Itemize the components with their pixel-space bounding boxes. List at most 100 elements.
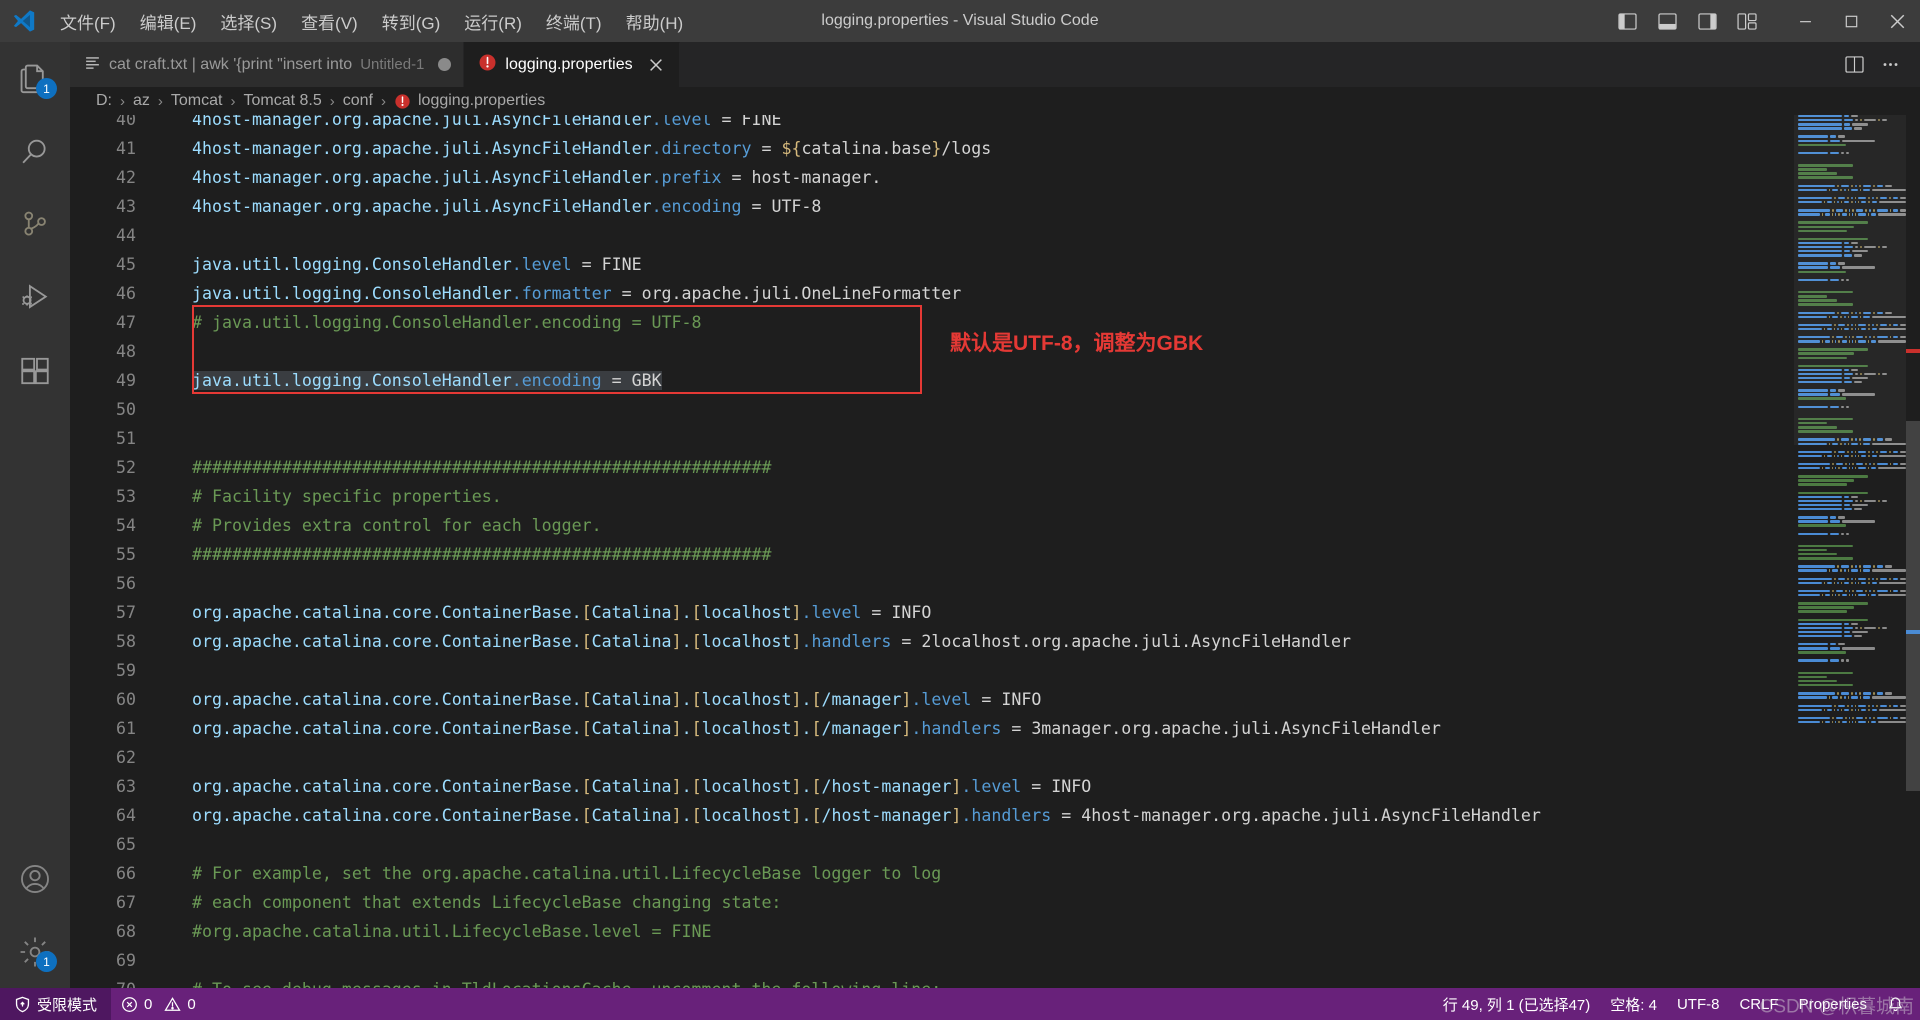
code-line-text[interactable]: # each component that extends LifecycleB… (166, 888, 1920, 917)
breadcrumb-item-2[interactable]: Tomcat (169, 92, 225, 110)
code-line-text[interactable]: # Provides extra control for each logger… (166, 511, 1920, 540)
breadcrumb-item-5[interactable]: logging.properties (392, 92, 547, 110)
code-line[interactable]: 58 org.apache.catalina.core.ContainerBase… (70, 627, 1920, 656)
menu-view[interactable]: 查看(V) (289, 0, 370, 42)
code-line[interactable]: 55 ######################################… (70, 540, 1920, 569)
code-line[interactable]: 56 (70, 569, 1920, 598)
code-line[interactable]: 68 #org.apache.catalina.util.LifecycleBas… (70, 917, 1920, 946)
activitybar-item-explorer[interactable]: 1 (0, 42, 70, 115)
code-line[interactable]: 69 (70, 946, 1920, 975)
code-line[interactable]: 44 (70, 221, 1920, 250)
status-indentation[interactable]: 空格: 4 (1600, 988, 1667, 1020)
code-line[interactable]: 60 org.apache.catalina.core.ContainerBase… (70, 685, 1920, 714)
tab-dirty-indicator[interactable] (438, 58, 452, 71)
code-lines[interactable]: 40 4host-manager.org.apache.juli.AsyncFil… (70, 115, 1920, 988)
code-line[interactable]: 63 org.apache.catalina.core.ContainerBase… (70, 772, 1920, 801)
code-line-text[interactable] (166, 656, 1920, 685)
code-line-text[interactable]: java.util.logging.ConsoleHandler.encodin… (166, 366, 1920, 395)
code-line-text[interactable]: # Facility specific properties. (166, 482, 1920, 511)
code-line-text[interactable]: org.apache.catalina.core.ContainerBase.[… (166, 685, 1920, 714)
status-language-mode[interactable]: Properties (1789, 988, 1877, 1020)
code-line[interactable]: 43 4host-manager.org.apache.juli.AsyncFil… (70, 192, 1920, 221)
code-line-text[interactable]: ########################################… (166, 453, 1920, 482)
tab-logging-properties[interactable]: logging.properties (464, 42, 680, 87)
breadcrumb-item-0[interactable]: D: (94, 92, 114, 110)
toggle-secondary-sidebar-icon[interactable] (1688, 2, 1726, 40)
code-line-text[interactable] (166, 743, 1920, 772)
code-line-text[interactable]: 4host-manager.org.apache.juli.AsyncFileH… (166, 134, 1920, 163)
code-line[interactable]: 64 org.apache.catalina.core.ContainerBase… (70, 801, 1920, 830)
code-line[interactable]: 41 4host-manager.org.apache.juli.AsyncFil… (70, 134, 1920, 163)
code-line-text[interactable]: 4host-manager.org.apache.juli.AsyncFileH… (166, 115, 1920, 134)
maximize-button[interactable] (1828, 0, 1874, 42)
breadcrumb-item-3[interactable]: Tomcat 8.5 (241, 92, 323, 110)
code-line-text[interactable]: java.util.logging.ConsoleHandler.level =… (166, 250, 1920, 279)
breadcrumb-item-1[interactable]: az (131, 92, 152, 110)
code-line[interactable]: 66 # For example, set the org.apache.cata… (70, 859, 1920, 888)
code-line[interactable]: 50 (70, 395, 1920, 424)
code-line[interactable]: 62 (70, 743, 1920, 772)
menu-edit[interactable]: 编辑(E) (128, 0, 209, 42)
code-editor[interactable]: 40 4host-manager.org.apache.juli.AsyncFil… (70, 115, 1920, 988)
code-line[interactable]: 51 (70, 424, 1920, 453)
tab-close-icon[interactable] (645, 54, 667, 76)
tab-untitled-1[interactable]: cat craft.txt | awk '{print "insert into… (70, 42, 465, 87)
code-line[interactable]: 40 4host-manager.org.apache.juli.AsyncFil… (70, 115, 1920, 134)
activitybar-item-search[interactable] (0, 115, 70, 188)
code-line-text[interactable]: org.apache.catalina.core.ContainerBase.[… (166, 801, 1920, 830)
activitybar-item-run-and-debug[interactable] (0, 261, 70, 334)
split-editor-right-icon[interactable] (1838, 49, 1870, 81)
code-line-text[interactable] (166, 395, 1920, 424)
code-line[interactable]: 61 org.apache.catalina.core.ContainerBase… (70, 714, 1920, 743)
status-notifications-bell-icon[interactable] (1877, 988, 1914, 1020)
toggle-primary-sidebar-icon[interactable] (1608, 2, 1646, 40)
code-line-text[interactable]: org.apache.catalina.core.ContainerBase.[… (166, 627, 1920, 656)
code-line-text[interactable]: org.apache.catalina.core.ContainerBase.[… (166, 772, 1920, 801)
more-actions-icon[interactable] (1874, 49, 1906, 81)
code-line-text[interactable] (166, 946, 1920, 975)
code-line-text[interactable]: #org.apache.catalina.util.LifecycleBase.… (166, 917, 1920, 946)
code-line-text[interactable] (166, 830, 1920, 859)
code-line[interactable]: 46 java.util.logging.ConsoleHandler.forma… (70, 279, 1920, 308)
code-line[interactable]: 65 (70, 830, 1920, 859)
menu-run[interactable]: 运行(R) (452, 0, 534, 42)
status-restricted-mode[interactable]: 受限模式 (0, 988, 112, 1020)
code-line[interactable]: 59 (70, 656, 1920, 685)
activitybar-item-manage[interactable]: 1 (0, 915, 70, 988)
code-line-text[interactable]: org.apache.catalina.core.ContainerBase.[… (166, 714, 1920, 743)
customize-layout-icon[interactable] (1728, 2, 1766, 40)
activitybar-item-accounts[interactable] (0, 842, 70, 915)
code-line[interactable]: 67 # each component that extends Lifecycl… (70, 888, 1920, 917)
code-line[interactable]: 52 ######################################… (70, 453, 1920, 482)
status-encoding[interactable]: UTF-8 (1667, 988, 1730, 1020)
activitybar-item-source-control[interactable] (0, 188, 70, 261)
breadcrumb-item-4[interactable]: conf (341, 92, 375, 110)
code-line[interactable]: 42 4host-manager.org.apache.juli.AsyncFil… (70, 163, 1920, 192)
code-line-text[interactable]: # To see debug messages in TldLocationsC… (166, 975, 1920, 988)
minimize-button[interactable] (1782, 0, 1828, 42)
code-line[interactable]: 45 java.util.logging.ConsoleHandler.level… (70, 250, 1920, 279)
close-button[interactable] (1874, 0, 1920, 42)
code-line-text[interactable]: 4host-manager.org.apache.juli.AsyncFileH… (166, 192, 1920, 221)
menu-selection[interactable]: 选择(S) (208, 0, 289, 42)
menu-help[interactable]: 帮助(H) (614, 0, 696, 42)
activitybar-item-extensions[interactable] (0, 334, 70, 407)
code-line-text[interactable]: ########################################… (166, 540, 1920, 569)
code-line-text[interactable]: # For example, set the org.apache.catali… (166, 859, 1920, 888)
code-line[interactable]: 49 java.util.logging.ConsoleHandler.encod… (70, 366, 1920, 395)
code-line[interactable]: 57 org.apache.catalina.core.ContainerBase… (70, 598, 1920, 627)
minimap[interactable] (1794, 115, 1906, 988)
menu-go[interactable]: 转到(G) (370, 0, 453, 42)
code-line-text[interactable] (166, 221, 1920, 250)
editor-scrollbar[interactable] (1906, 115, 1920, 988)
code-line[interactable]: 54 # Provides extra control for each logg… (70, 511, 1920, 540)
code-line-text[interactable]: java.util.logging.ConsoleHandler.formatt… (166, 279, 1920, 308)
status-problems[interactable]: 0 0 (111, 988, 206, 1020)
code-line-text[interactable] (166, 424, 1920, 453)
code-line-text[interactable]: 4host-manager.org.apache.juli.AsyncFileH… (166, 163, 1920, 192)
code-line-text[interactable]: org.apache.catalina.core.ContainerBase.[… (166, 598, 1920, 627)
menu-file[interactable]: 文件(F) (48, 0, 128, 42)
status-cursor-position[interactable]: 行 49, 列 1 (已选择47) (1433, 988, 1601, 1020)
status-eol[interactable]: CRLF (1729, 988, 1788, 1020)
minimap-slider[interactable] (1794, 115, 1906, 445)
